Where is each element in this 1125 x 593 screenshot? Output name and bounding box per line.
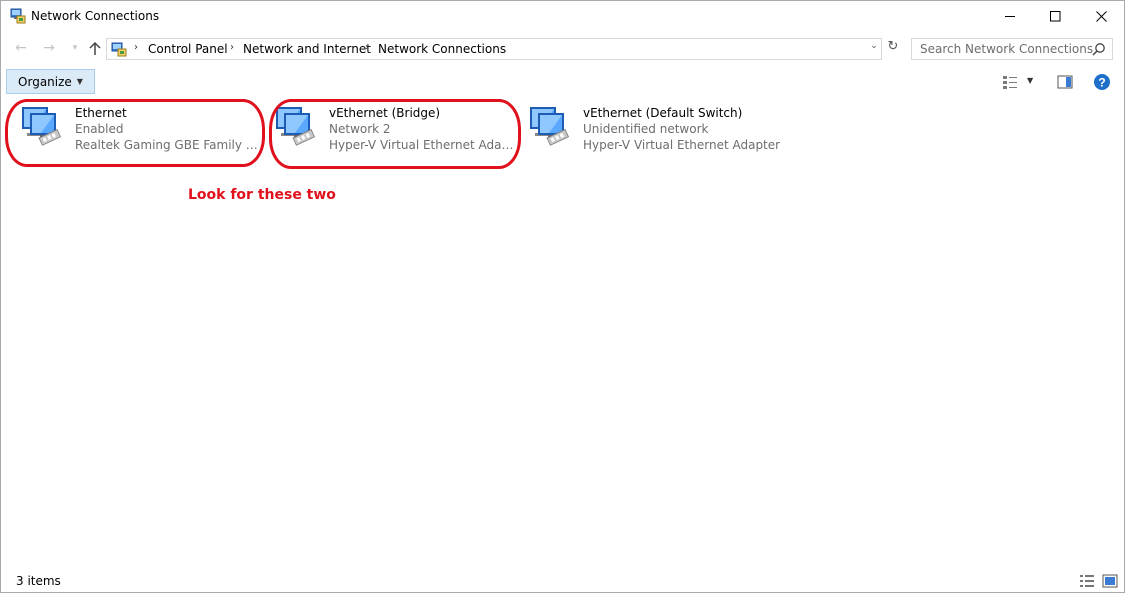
svg-text:?: ? [1098, 76, 1105, 90]
caret-down-icon: ▼ [76, 77, 83, 86]
annotation-text: Look for these two [188, 187, 336, 203]
close-icon [1096, 10, 1107, 22]
maximize-icon [1050, 10, 1061, 21]
network-adapter-icon [276, 107, 316, 146]
chevron-down-icon: ⌄ [870, 41, 878, 51]
network-connections-icon [10, 8, 26, 24]
connection-adapter: Hyper-V Virtual Ethernet Adapter ... [329, 138, 519, 152]
connection-name: Ethernet [75, 106, 127, 120]
address-bar[interactable]: › Control Panel › Network and Internet ›… [106, 38, 882, 60]
explorer-window: Network Connections ← → ▾ › Control Pane… [0, 0, 1125, 593]
network-adapter-icon [22, 107, 62, 146]
arrow-up-icon [89, 41, 101, 55]
connection-status: Enabled [75, 122, 124, 136]
search-input[interactable]: Search Network Connections [911, 38, 1113, 60]
connection-item-ethernet[interactable]: Ethernet Enabled Realtek Gaming GBE Fami… [11, 102, 265, 162]
refresh-button[interactable]: ↻ [885, 38, 901, 54]
minimize-button[interactable] [988, 1, 1033, 31]
connections-list: Ethernet Enabled Realtek Gaming GBE Fami… [1, 98, 1124, 564]
connection-item-vethernet-default-switch[interactable]: vEthernet (Default Switch) Unidentified … [519, 102, 780, 162]
connection-name: vEthernet (Default Switch) [583, 106, 743, 120]
chevron-right-icon[interactable]: › [230, 42, 234, 53]
network-adapter-icon [530, 107, 570, 146]
breadcrumb-network-and-internet[interactable]: Network and Internet [243, 42, 371, 56]
breadcrumb-network-connections[interactable]: Network Connections [378, 42, 506, 56]
help-icon[interactable]: ? [1093, 73, 1111, 91]
chevron-right-icon[interactable]: › [134, 42, 138, 53]
maximize-button[interactable] [1033, 1, 1078, 31]
up-button[interactable] [87, 40, 103, 56]
control-panel-icon [111, 42, 127, 57]
large-icons-view-icon[interactable] [1102, 574, 1118, 588]
chevron-down-icon: ▾ [72, 43, 78, 53]
organize-button[interactable]: Organize ▼ [6, 69, 95, 94]
connection-name: vEthernet (Bridge) [329, 106, 441, 120]
window-title: Network Connections [31, 9, 160, 23]
refresh-icon: ↻ [887, 38, 899, 54]
change-view-icon[interactable] [1002, 74, 1018, 90]
minimize-icon [1005, 15, 1015, 17]
title-bar: Network Connections [1, 1, 1124, 32]
preview-pane-icon[interactable] [1057, 74, 1073, 90]
back-button[interactable]: ← [13, 40, 29, 56]
address-dropdown-button[interactable]: ⌄ [867, 39, 881, 53]
search-icon[interactable] [1092, 42, 1106, 56]
connection-adapter: Hyper-V Virtual Ethernet Adapter [583, 138, 781, 152]
connection-adapter: Realtek Gaming GBE Family Contr... [75, 138, 265, 152]
close-button[interactable] [1079, 1, 1124, 31]
organize-label: Organize [18, 74, 72, 89]
connection-item-vethernet-bridge[interactable]: vEthernet (Bridge) Network 2 Hyper-V Vir… [265, 102, 519, 162]
search-placeholder: Search Network Connections [920, 42, 1094, 56]
connection-status: Unidentified network [583, 122, 709, 136]
forward-button[interactable]: → [41, 40, 57, 56]
command-bar: Organize ▼ ▼ ? [1, 67, 1124, 97]
recent-locations-button[interactable]: ▾ [67, 40, 83, 56]
status-bar: 3 items [1, 570, 1124, 592]
navigation-bar: ← → ▾ › Control Panel › Network and Inte… [1, 34, 1124, 64]
chevron-right-icon[interactable]: › [365, 42, 369, 53]
arrow-right-icon: → [43, 40, 55, 56]
item-count: 3 items [16, 574, 61, 588]
view-options-caret-icon[interactable]: ▼ [1027, 76, 1033, 85]
arrow-left-icon: ← [15, 40, 27, 56]
breadcrumb-control-panel[interactable]: Control Panel [148, 42, 228, 56]
details-view-icon[interactable] [1079, 574, 1095, 588]
connection-status: Network 2 [329, 122, 391, 136]
